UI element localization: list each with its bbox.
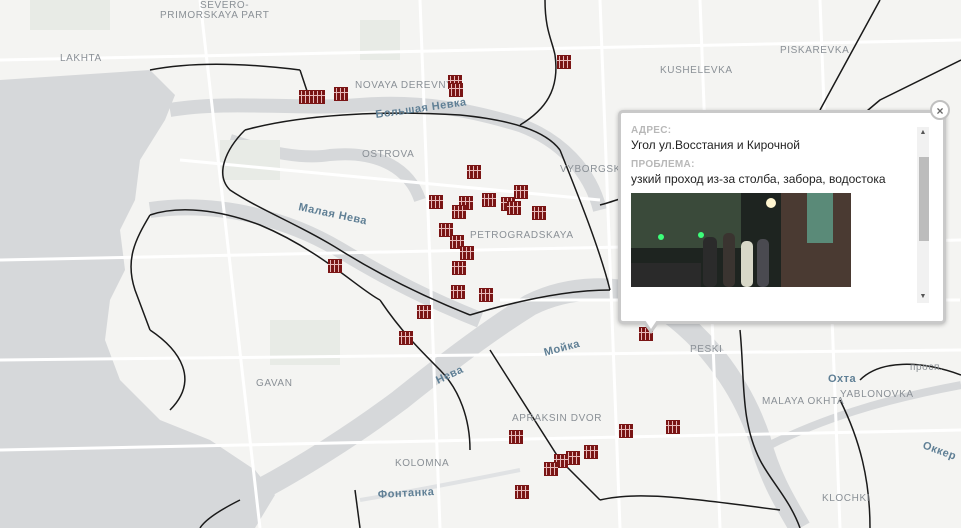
street-label: просп. [910, 362, 943, 373]
fence-icon[interactable] [417, 305, 431, 319]
fence-icon[interactable] [557, 55, 571, 69]
scroll-up-arrow-icon[interactable]: ▲ [917, 127, 929, 139]
fence-icon[interactable] [566, 451, 580, 465]
fence-icon[interactable] [514, 185, 528, 199]
scroll-thumb[interactable] [919, 157, 929, 241]
district-label: YABLONOVKA [840, 389, 914, 400]
district-label: GAVAN [256, 378, 293, 389]
fence-icon[interactable] [467, 165, 481, 179]
water-label: Оккер [921, 440, 958, 463]
fence-icon[interactable] [544, 462, 558, 476]
water-label: Охта [828, 373, 857, 385]
fence-icon[interactable] [479, 288, 493, 302]
district-label: PRIMORSKAYA PART [160, 10, 269, 21]
fence-icon[interactable] [482, 193, 496, 207]
district-label: OSTROVA [362, 149, 414, 160]
fence-icon[interactable] [452, 205, 466, 219]
fence-icon[interactable] [584, 445, 598, 459]
fence-icon[interactable] [619, 424, 633, 438]
close-icon: × [936, 104, 944, 118]
district-label: PISKAREVKA [780, 45, 849, 56]
district-label: LAKHTA [60, 53, 102, 64]
fence-icon[interactable] [507, 201, 521, 215]
fence-icon[interactable] [439, 223, 453, 237]
close-popup-button[interactable]: × [930, 100, 950, 120]
park-area [220, 140, 280, 180]
district-label: KOLOMNA [395, 458, 449, 469]
fence-icon[interactable] [451, 285, 465, 299]
popup-content[interactable]: АДРЕС: Угол ул.Восстания и Кирочной ПРОБ… [631, 125, 913, 309]
fence-icon[interactable] [299, 90, 313, 104]
district-label: KUSHELEVKA [660, 65, 733, 76]
fence-icon[interactable] [449, 83, 463, 97]
scroll-down-arrow-icon[interactable]: ▼ [917, 291, 929, 303]
fence-icon[interactable] [532, 206, 546, 220]
popup-tip [643, 320, 659, 334]
fence-icon[interactable] [666, 420, 680, 434]
fence-icon[interactable] [515, 485, 529, 499]
water-label: Малая Нева [297, 201, 368, 227]
problem-label: ПРОБЛЕМА: [631, 159, 695, 170]
district-label: NOVAYA DEREVNYA [355, 80, 460, 91]
district-label: APRAKSIN DVOR [512, 413, 602, 424]
address-label: АДРЕС: [631, 125, 672, 136]
fence-icon[interactable] [311, 90, 325, 104]
info-popup[interactable]: АДРЕС: Угол ул.Восстания и Кирочной ПРОБ… [618, 110, 946, 334]
water-label: Фонтанка [378, 486, 435, 501]
park-area [360, 20, 400, 60]
address-value: Угол ул.Восстания и Кирочной [631, 138, 800, 152]
photo-image [631, 193, 851, 287]
fence-icon[interactable] [334, 87, 348, 101]
popup-scrollbar[interactable]: ▲ ▼ [917, 127, 929, 303]
fence-icon[interactable] [460, 246, 474, 260]
fence-icon[interactable] [429, 195, 443, 209]
problem-value: узкий проход из-за столба, забора, водос… [631, 172, 886, 186]
district-label: PESKI [690, 344, 722, 355]
problem-photo[interactable] [631, 193, 851, 287]
park-area [30, 0, 110, 30]
district-label: KLOCHKI [822, 493, 870, 504]
fence-icon[interactable] [509, 430, 523, 444]
fence-icon[interactable] [328, 259, 342, 273]
fence-icon[interactable] [452, 261, 466, 275]
district-label: MALAYA OKHTA [762, 396, 844, 407]
fence-icon[interactable] [399, 331, 413, 345]
water-label: Мойка [543, 338, 582, 359]
district-label: PETROGRADSKAYA [470, 230, 574, 241]
